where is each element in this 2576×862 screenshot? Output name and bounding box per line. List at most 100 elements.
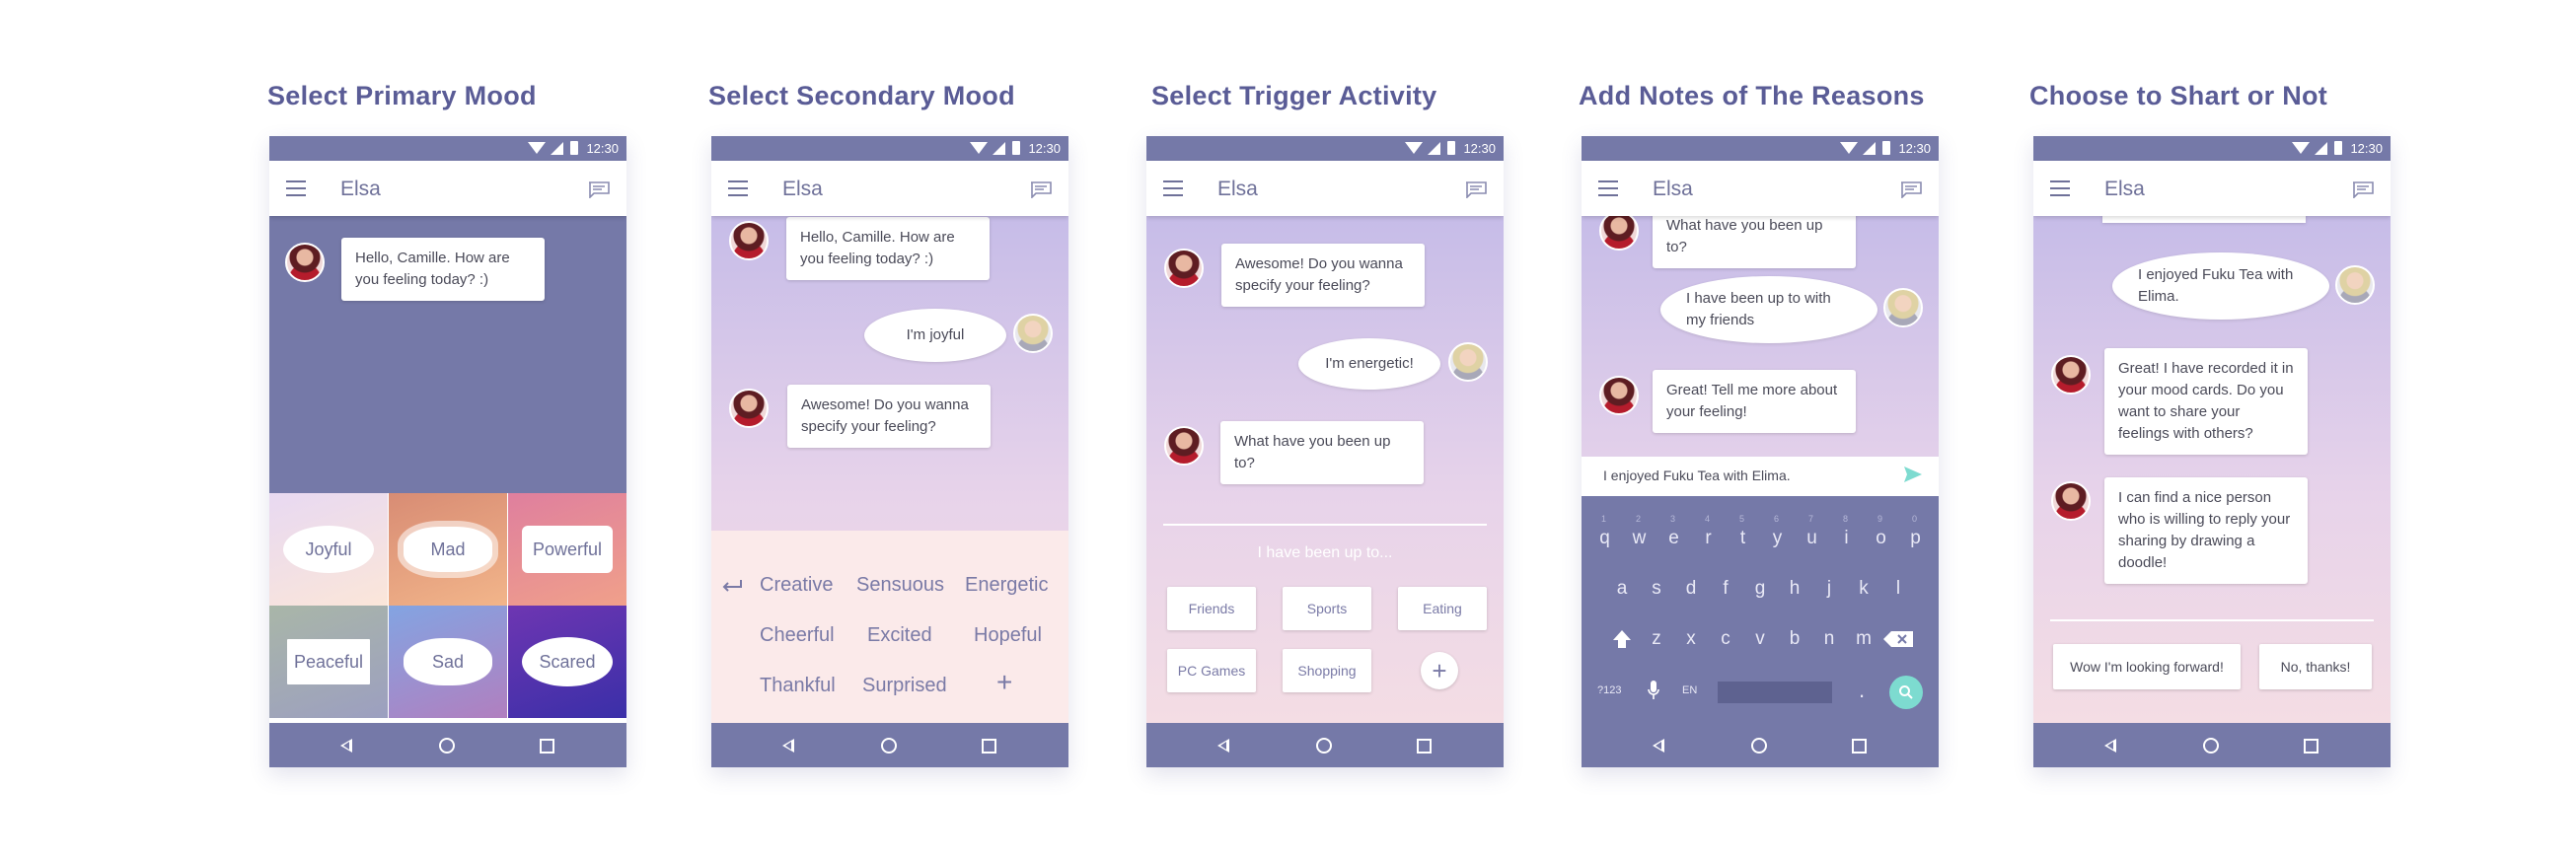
contact-name: Elsa (340, 178, 381, 200)
home-circle-icon[interactable] (1316, 738, 1332, 754)
home-circle-icon[interactable] (881, 738, 897, 754)
activity-chip-sports[interactable]: Sports (1283, 587, 1371, 630)
chat-bubble-icon[interactable] (1030, 181, 1052, 198)
back-triangle-icon[interactable] (340, 739, 352, 753)
key[interactable]: 6y (1760, 514, 1795, 549)
option-creative[interactable]: Creative (760, 574, 833, 597)
bot-avatar (1164, 249, 1204, 288)
key[interactable]: 1q (1587, 514, 1622, 549)
key[interactable]: z (1640, 628, 1674, 650)
search-icon (1899, 685, 1913, 699)
home-circle-icon[interactable] (439, 738, 455, 754)
option-excited[interactable]: Excited (867, 624, 932, 647)
accept-share-button[interactable]: Wow I'm looking forward! (2053, 644, 2241, 689)
send-icon[interactable] (1903, 466, 1923, 483)
recents-square-icon[interactable] (1417, 739, 1432, 754)
hamburger-menu-icon[interactable] (728, 180, 748, 196)
key[interactable]: 8i (1829, 514, 1864, 549)
option-energetic[interactable]: Energetic (965, 574, 1049, 597)
hamburger-menu-icon[interactable] (1163, 180, 1183, 196)
microphone-icon[interactable] (1647, 680, 1660, 701)
mood-tile-mad[interactable]: Mad (389, 493, 507, 606)
mood-label: Scared (522, 637, 613, 686)
key[interactable]: 4r (1691, 514, 1726, 549)
key[interactable]: d (1674, 578, 1709, 600)
add-option-plus-icon[interactable]: + (996, 667, 1012, 698)
back-triangle-icon[interactable] (2104, 739, 2116, 753)
back-triangle-icon[interactable] (1217, 739, 1229, 753)
key[interactable]: 0p (1898, 514, 1933, 549)
search-key[interactable] (1889, 676, 1923, 709)
signal-icon (1863, 142, 1876, 155)
key[interactable]: 5t (1726, 514, 1760, 549)
hamburger-menu-icon[interactable] (286, 180, 306, 196)
hamburger-menu-icon[interactable] (1598, 180, 1618, 196)
option-thankful[interactable]: Thankful (760, 675, 836, 697)
decline-share-button[interactable]: No, thanks! (2259, 644, 2372, 689)
key[interactable]: a (1605, 578, 1640, 600)
chat-bubble-icon[interactable] (2352, 181, 2374, 198)
key[interactable]: 3e (1656, 514, 1691, 549)
key[interactable]: 2w (1622, 514, 1656, 549)
mood-tile-peaceful[interactable]: Peaceful (269, 606, 388, 718)
key[interactable]: 7u (1795, 514, 1829, 549)
mood-label: Joyful (283, 526, 374, 573)
key[interactable]: f (1709, 578, 1743, 600)
activity-chip-friends[interactable]: Friends (1167, 587, 1256, 630)
back-triangle-icon[interactable] (782, 739, 794, 753)
mood-tile-powerful[interactable]: Powerful (508, 493, 626, 606)
key[interactable]: c (1709, 628, 1743, 650)
activity-chip-shopping[interactable]: Shopping (1283, 649, 1371, 692)
option-sensuous[interactable]: Sensuous (856, 574, 944, 597)
key[interactable]: g (1743, 578, 1778, 600)
hamburger-menu-icon[interactable] (2050, 180, 2070, 196)
mood-tile-scared[interactable]: Scared (508, 606, 626, 718)
key[interactable]: m (1847, 628, 1881, 650)
wifi-icon (1840, 142, 1858, 154)
key[interactable]: x (1674, 628, 1709, 650)
contact-name: Elsa (1217, 178, 1258, 200)
user-message: I'm joyful (864, 309, 1006, 362)
shift-icon[interactable] (1605, 628, 1640, 650)
key[interactable]: n (1812, 628, 1847, 650)
contact-name: Elsa (2104, 178, 2145, 200)
screen-title: Select Secondary Mood (708, 81, 1015, 110)
recents-square-icon[interactable] (982, 739, 996, 754)
activity-input[interactable]: I have been up to... (1146, 544, 1504, 562)
activity-chip-eating[interactable]: Eating (1398, 587, 1487, 630)
return-arrow-icon[interactable] (721, 578, 743, 594)
battery-icon (570, 141, 578, 155)
key[interactable]: b (1778, 628, 1812, 650)
key[interactable]: v (1743, 628, 1778, 650)
option-hopeful[interactable]: Hopeful (974, 624, 1042, 647)
chat-bubble-icon[interactable] (1465, 181, 1487, 198)
mood-tile-sad[interactable]: Sad (389, 606, 507, 718)
recents-square-icon[interactable] (2304, 739, 2318, 754)
contact-name: Elsa (782, 178, 823, 200)
key[interactable]: j (1812, 578, 1847, 600)
key[interactable]: h (1778, 578, 1812, 600)
language-key[interactable]: EN (1682, 684, 1697, 696)
activity-chip-pc-games[interactable]: PC Games (1167, 649, 1256, 692)
chat-bubble-icon[interactable] (588, 181, 610, 198)
recents-square-icon[interactable] (1852, 739, 1867, 754)
message-input[interactable]: I enjoyed Fuku Tea with Elima. (1603, 467, 1791, 483)
backspace-icon[interactable] (1881, 628, 1916, 650)
period-key[interactable]: . (1859, 678, 1865, 703)
chat-bubble-icon[interactable] (1900, 181, 1922, 198)
option-surprised[interactable]: Surprised (862, 675, 947, 697)
add-activity-plus-icon[interactable]: + (1421, 652, 1458, 689)
key[interactable]: k (1847, 578, 1881, 600)
option-cheerful[interactable]: Cheerful (760, 624, 835, 647)
key[interactable]: l (1881, 578, 1916, 600)
key[interactable]: 9o (1864, 514, 1898, 549)
key[interactable]: s (1640, 578, 1674, 600)
space-bar[interactable] (1718, 682, 1832, 703)
home-circle-icon[interactable] (1751, 738, 1767, 754)
symbols-key[interactable]: ?123 (1597, 684, 1621, 696)
back-triangle-icon[interactable] (1653, 739, 1664, 753)
recents-square-icon[interactable] (540, 739, 554, 754)
home-circle-icon[interactable] (2203, 738, 2219, 754)
phone-screen-secondary-mood: 12:30 Elsa Hello, Camille. How are you f… (711, 136, 1068, 767)
mood-tile-joyful[interactable]: Joyful (269, 493, 388, 606)
